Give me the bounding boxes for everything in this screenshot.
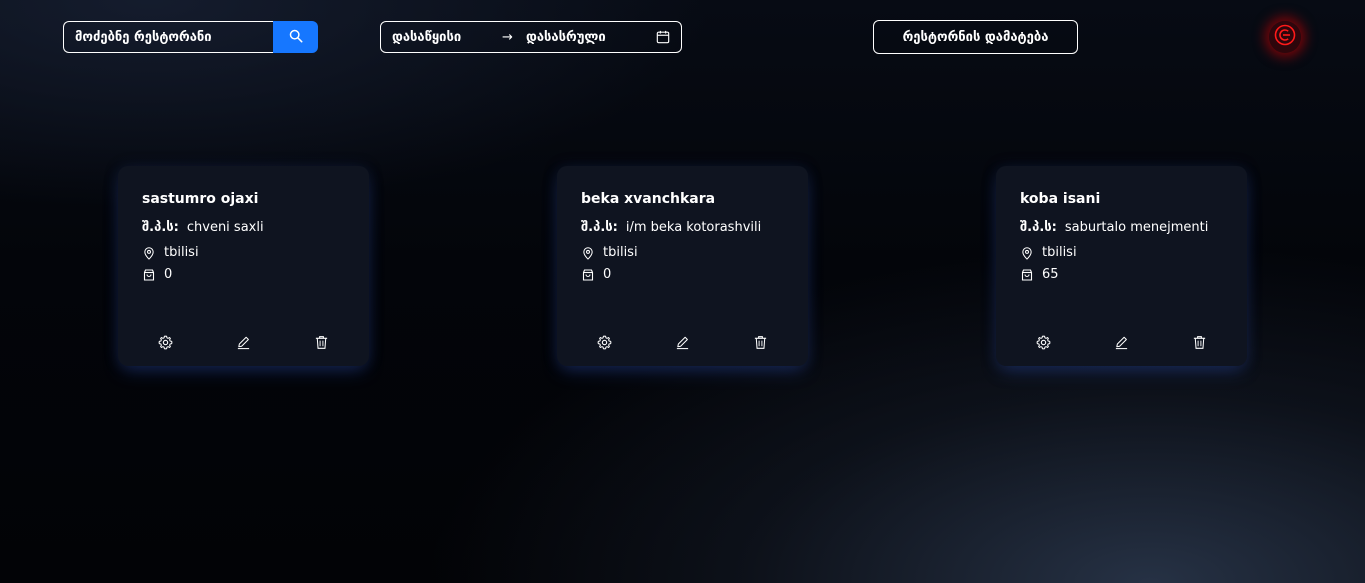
settings-icon[interactable] [157, 334, 173, 350]
card-actions [557, 334, 808, 350]
company-label: შ.პ.ს: [581, 220, 618, 235]
date-start-field[interactable]: დასაწყისი [392, 30, 502, 45]
card-actions [118, 334, 369, 350]
company-name: saburtalo menejmenti [1064, 220, 1209, 235]
search-input[interactable] [63, 21, 273, 53]
shopping-bag-icon [1020, 268, 1034, 282]
company-name: i/m beka kotorashvili [625, 220, 762, 235]
company-row: შ.პ.ს: chveni saxli [142, 220, 345, 236]
count-row: 65 [1020, 267, 1223, 283]
restaurant-name: koba isani [1020, 191, 1101, 207]
location-row: tbilisi [581, 245, 784, 261]
restaurant-name: beka xvanchkara [581, 191, 716, 207]
restaurant-name: sastumro ojaxi [142, 191, 259, 207]
logout-button[interactable] [1269, 21, 1301, 53]
city: tbilisi [1042, 245, 1077, 260]
company-label: შ.პ.ს: [1020, 220, 1057, 235]
search-bar [63, 21, 318, 53]
shopping-bag-icon [142, 268, 156, 282]
edit-icon[interactable] [235, 334, 251, 350]
date-range-picker[interactable]: დასაწყისი → დასასრული [380, 21, 682, 53]
search-icon [289, 29, 303, 46]
company-row: შ.პ.ს: saburtalo menejmenti [1020, 220, 1223, 236]
restaurant-card: beka xvanchkara შ.პ.ს: i/m beka kotorash… [557, 166, 808, 366]
delete-icon[interactable] [1192, 334, 1208, 350]
restaurant-card: sastumro ojaxi შ.პ.ს: chveni saxli tbili… [118, 166, 369, 366]
location-pin-icon [581, 246, 595, 260]
card-actions [996, 334, 1247, 350]
delete-icon[interactable] [314, 334, 330, 350]
settings-icon[interactable] [1035, 334, 1051, 350]
city: tbilisi [164, 245, 199, 260]
company-name: chveni saxli [186, 220, 264, 235]
location-pin-icon [142, 246, 156, 260]
count-row: 0 [581, 267, 784, 283]
date-end-field[interactable]: დასასრული [526, 30, 656, 45]
calendar-icon[interactable] [656, 30, 670, 44]
city: tbilisi [603, 245, 638, 260]
edit-icon[interactable] [674, 334, 690, 350]
item-count: 0 [164, 267, 173, 282]
delete-icon[interactable] [753, 334, 769, 350]
shopping-bag-icon [581, 268, 595, 282]
count-row: 0 [142, 267, 345, 283]
item-count: 0 [603, 267, 612, 282]
logout-icon [1274, 24, 1296, 50]
search-button[interactable] [273, 21, 318, 53]
restaurant-card: koba isani შ.პ.ს: saburtalo menejmenti t… [996, 166, 1247, 366]
company-label: შ.პ.ს: [142, 220, 179, 235]
edit-icon[interactable] [1113, 334, 1129, 350]
location-row: tbilisi [142, 245, 345, 261]
location-row: tbilisi [1020, 245, 1223, 261]
range-arrow: → [502, 29, 513, 45]
company-row: შ.პ.ს: i/m beka kotorashvili [581, 220, 784, 236]
item-count: 65 [1042, 267, 1059, 282]
location-pin-icon [1020, 246, 1034, 260]
settings-icon[interactable] [596, 334, 612, 350]
add-restaurant-button[interactable]: რესტორნის დამატება [873, 20, 1078, 54]
